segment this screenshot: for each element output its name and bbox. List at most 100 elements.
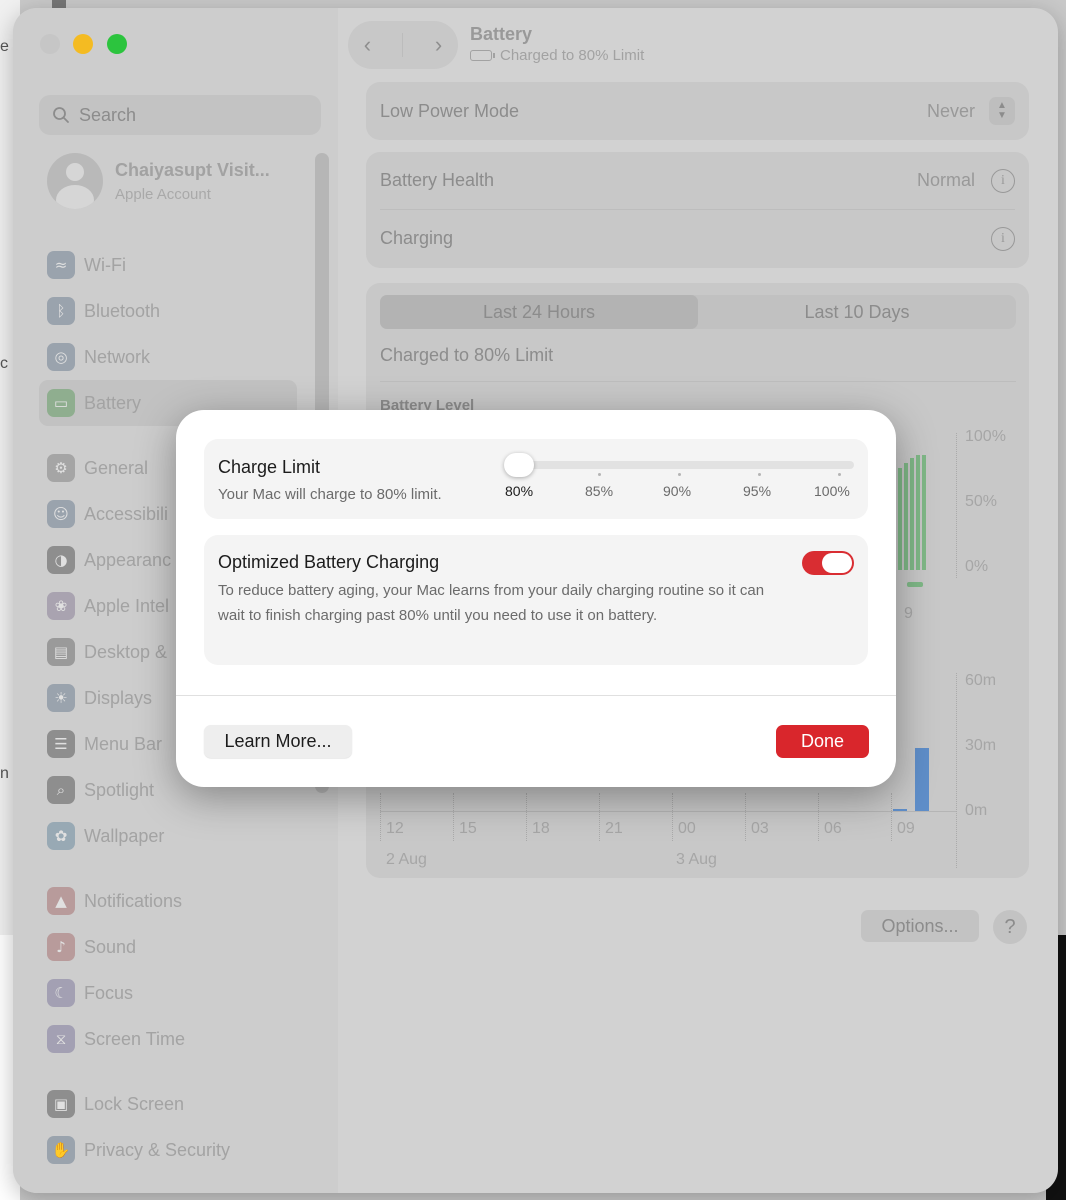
sidebar-item-sound[interactable]: ♪ Sound [39, 924, 297, 970]
battery-level-title: Battery Level [380, 397, 475, 411]
optimized-charging-description: To reduce battery aging, your Mac learns… [218, 582, 765, 624]
bluetooth-icon: ᛒ [47, 297, 75, 325]
lock-icon: ▣ [47, 1090, 75, 1118]
level-x-tick: 9 [904, 605, 913, 622]
x-tick-label: 15 [459, 820, 477, 837]
usage-bar [893, 809, 907, 811]
info-icon[interactable]: i [991, 226, 1015, 251]
sidebar-item-label: Wi-Fi [84, 254, 126, 275]
sound-icon: ♪ [47, 933, 75, 961]
options-button[interactable]: Options... [861, 910, 979, 942]
zoom-button[interactable] [107, 34, 127, 54]
sidebar-item-label: Bluetooth [84, 300, 161, 321]
sidebar-item-label: Battery [84, 392, 142, 413]
x-tick-label: 00 [678, 820, 696, 837]
x-date-label: 3 Aug [676, 851, 717, 868]
slider-tick-label: 85% [585, 483, 614, 499]
tab-last-24-hours[interactable]: Last 24 Hours [380, 295, 698, 329]
sidebar-item-label: Focus [84, 982, 134, 1003]
usage-axis-label: 30m [965, 737, 997, 754]
x-tick-label: 21 [605, 820, 623, 837]
slider-tick-label: 100% [814, 483, 850, 499]
battery-level-bar [922, 455, 926, 570]
hand-icon: ✋ [47, 1136, 75, 1164]
sidebar-item-label: General [84, 457, 149, 478]
sidebar-item-label: Notifications [84, 890, 183, 911]
x-tick-label: 18 [532, 820, 550, 837]
done-button[interactable]: Done [776, 725, 869, 758]
time-range-segmented: Last 24 Hours Last 10 Days [380, 295, 1016, 329]
x-tick-label: 03 [751, 820, 769, 837]
navigation-buttons: ‹ › [348, 21, 458, 69]
forward-icon[interactable]: › [435, 32, 442, 58]
info-icon[interactable]: i [991, 168, 1015, 193]
sidebar-item-wallpaper[interactable]: ✿ Wallpaper [39, 813, 297, 859]
charge-limit-subtitle: Your Mac will charge to 80% limit. [218, 486, 442, 503]
charge-limit-title: Charge Limit [218, 457, 321, 477]
search-icon [53, 107, 69, 123]
optimized-charging-toggle[interactable] [802, 551, 854, 575]
sidebar-item-screen-time[interactable]: ⧖ Screen Time [39, 1016, 297, 1062]
usage-bar [915, 748, 929, 811]
battery-level-bar [910, 458, 914, 570]
desktop-text-fragment: e [0, 38, 9, 55]
level-axis-label: 100% [965, 428, 1006, 445]
charged-status: Charged to 80% Limit [380, 345, 554, 365]
minimize-button[interactable] [73, 34, 93, 54]
sidebar-item-label: Network [84, 346, 151, 367]
low-power-card: Low Power Mode Never ▲ ▼ [366, 82, 1029, 140]
wallpaper-icon: ✿ [47, 822, 75, 850]
optimized-charging-title: Optimized Battery Charging [218, 552, 440, 572]
x-tick-label: 09 [897, 820, 915, 837]
sidebar-item-label: Spotlight [84, 779, 155, 800]
level-axis-label: 50% [965, 493, 998, 510]
slider-tick-label: 80% [505, 483, 534, 499]
level-axis-label: 0% [965, 558, 989, 575]
sidebar-item-label: Accessibili [84, 503, 169, 524]
sidebar-item-label: Screen Time [84, 1028, 186, 1049]
page-subtitle: Charged to 80% Limit [470, 47, 644, 64]
search-input[interactable]: Search [39, 95, 321, 135]
help-button[interactable]: ? [993, 910, 1027, 944]
sidebar-item-notifications[interactable]: ▲ Notifications [39, 878, 297, 924]
sidebar-item-bluetooth[interactable]: ᛒ Bluetooth [39, 288, 297, 334]
sidebar-item-network[interactable]: ◎ Network [39, 334, 297, 380]
sidebar-item-privacy-security[interactable]: ✋ Privacy & Security [39, 1127, 297, 1173]
charge-limit-slider-track[interactable] [506, 461, 854, 469]
tab-last-10-days[interactable]: Last 10 Days [698, 295, 1016, 329]
battery-health-value: Normal [916, 170, 975, 190]
charging-label: Charging [380, 228, 454, 248]
displays-icon: ☀ [47, 684, 75, 712]
learn-more-button[interactable]: Learn More... [204, 725, 352, 758]
battery-level-bar [916, 455, 920, 570]
x-date-label: 2 Aug [386, 851, 427, 868]
search-placeholder: Search [79, 104, 137, 125]
avatar [47, 153, 103, 209]
sidebar-item-wi-fi[interactable]: ≈ Wi-Fi [39, 242, 297, 288]
account-name: Chaiyasupt Visit... [115, 159, 270, 180]
x-tick-label: 12 [386, 820, 404, 837]
accessibility-icon: ☺ [47, 500, 75, 528]
x-tick-label: 06 [824, 820, 842, 837]
gear-icon: ⚙ [47, 454, 75, 482]
usage-axis-label: 60m [965, 672, 997, 689]
charge-limit-card: Charge Limit Your Mac will charge to 80%… [204, 439, 868, 519]
desktop-text-fragment: n [0, 765, 9, 782]
desktop-text-fragment: c [0, 355, 8, 372]
usage-axis-label: 0m [965, 802, 988, 819]
account-subtitle: Apple Account [115, 185, 211, 203]
health-card: Battery Health Normal i Charging i [366, 152, 1029, 268]
sidebar-item-focus[interactable]: ☾ Focus [39, 970, 297, 1016]
back-icon[interactable]: ‹ [364, 32, 371, 58]
apple-account[interactable]: Chaiyasupt Visit... Apple Account [47, 153, 270, 209]
charge-limit-slider-knob[interactable] [504, 453, 534, 477]
sidebar-item-lock-screen[interactable]: ▣ Lock Screen [39, 1081, 297, 1127]
sidebar-item-label: Desktop & [84, 641, 168, 662]
battery-icon: ▭ [47, 389, 75, 417]
notifications-icon: ▲ [47, 887, 75, 915]
sidebar-item-label: Privacy & Security [84, 1139, 231, 1160]
close-button[interactable] [40, 34, 60, 54]
globe-icon: ◎ [47, 343, 75, 371]
optimized-charging-card: Optimized Battery Charging To reduce bat… [204, 535, 868, 665]
low-power-select[interactable]: Never ▲ ▼ [927, 97, 1015, 125]
